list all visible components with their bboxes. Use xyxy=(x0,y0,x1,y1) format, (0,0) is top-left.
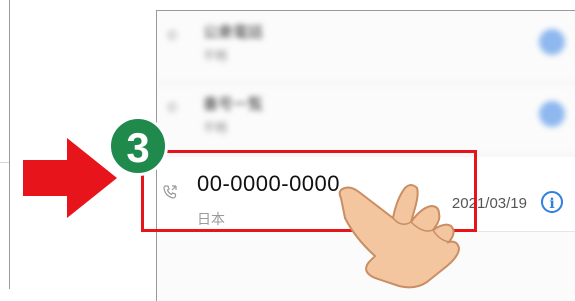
right-arrow-icon xyxy=(23,138,117,218)
call-history-row[interactable]: ✆ 公衆電話 不明 xyxy=(157,11,575,84)
pointer-hand-icon xyxy=(338,184,461,289)
call-type: 不明 xyxy=(203,49,228,63)
step-number-badge: 3 xyxy=(108,116,168,176)
info-icon[interactable]: i xyxy=(541,191,563,213)
call-type: 不明 xyxy=(203,121,228,135)
call-number: 公衆電話 xyxy=(203,24,264,41)
divider xyxy=(0,162,9,163)
info-icon[interactable] xyxy=(539,29,565,55)
phone-call-icon: ✆ xyxy=(167,100,178,115)
previous-screen-edge xyxy=(0,0,10,289)
info-icon[interactable] xyxy=(539,101,565,127)
phone-call-icon: ✆ xyxy=(167,28,178,43)
call-number: 番号一覧 xyxy=(203,96,264,113)
call-history-row[interactable]: ✆ 番号一覧 不明 xyxy=(157,83,575,156)
